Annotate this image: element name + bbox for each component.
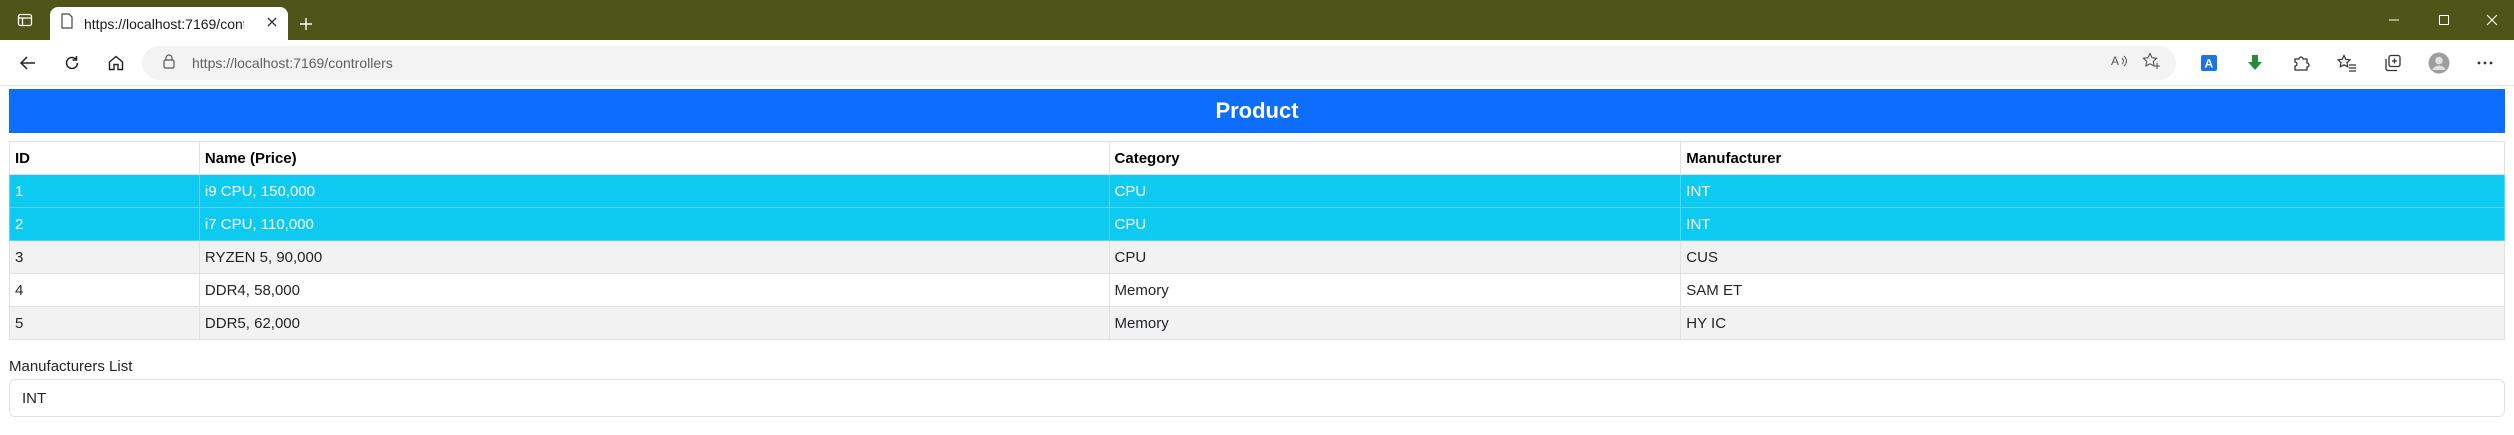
tab-actions-button[interactable] <box>0 0 50 40</box>
settings-more-button[interactable] <box>2462 40 2508 86</box>
table-row[interactable]: 2 i7 CPU, 110,000 CPU INT <box>9 207 2505 241</box>
collections-icon <box>2385 54 2401 72</box>
manufacturers-list-select[interactable]: INT <box>9 379 2505 417</box>
cell-manufacturer: HY IC <box>1680 306 2505 340</box>
browser-titlebar: https://localhost:7169/controllers <box>0 0 2514 40</box>
table-row[interactable]: 4 DDR4, 58,000 Memory SAM ET <box>9 273 2505 307</box>
cell-category: CPU <box>1108 207 1682 241</box>
puzzle-icon <box>2294 56 2310 71</box>
page-favicon-icon <box>60 13 74 34</box>
cell-category: Memory <box>1108 306 1682 340</box>
svg-text:A: A <box>2205 57 2214 71</box>
download-extension-button[interactable] <box>2232 40 2278 86</box>
browser-tab-active[interactable]: https://localhost:7169/controllers <box>50 7 288 40</box>
translator-extension-button[interactable]: A <box>2186 40 2232 86</box>
cell-name-price: DDR4, 58,000 <box>198 273 1110 307</box>
collections-button[interactable] <box>2370 40 2416 86</box>
cell-manufacturer: SAM ET <box>1680 273 2505 307</box>
close-window-button[interactable] <box>2462 0 2514 40</box>
cell-category: Memory <box>1108 273 1682 307</box>
home-button[interactable] <box>94 40 138 86</box>
table-row[interactable]: 5 DDR5, 62,000 Memory HY IC <box>9 306 2505 340</box>
plus-icon <box>300 18 312 30</box>
svg-text:A: A <box>2111 54 2119 68</box>
manufacturers-list-label: Manufacturers List <box>9 358 133 375</box>
lock-icon[interactable] <box>162 53 176 74</box>
cell-name-price: DDR5, 62,000 <box>198 306 1110 340</box>
maximize-icon <box>2439 15 2449 25</box>
page-title: Product <box>9 89 2505 133</box>
cell-name-price: RYZEN 5, 90,000 <box>198 240 1110 274</box>
profile-button[interactable] <box>2416 40 2462 86</box>
cell-category: CPU <box>1108 240 1682 274</box>
close-tab-icon[interactable] <box>266 15 278 33</box>
manufacturers-selected-value: INT <box>22 389 47 407</box>
column-header-manufacturer: Manufacturer <box>1680 141 2505 175</box>
table-header-row: ID Name (Price) Category Manufacturer <box>9 141 2505 175</box>
translator-icon: A <box>2201 55 2217 71</box>
download-arrow-icon <box>2248 55 2262 70</box>
avatar-icon <box>2428 52 2450 74</box>
refresh-icon <box>65 56 79 70</box>
column-header-name-price: Name (Price) <box>198 141 1110 175</box>
back-button[interactable] <box>6 40 50 86</box>
cell-id: 3 <box>9 240 200 274</box>
page-content: Product ID Name (Price) Category Manufac… <box>0 87 2514 435</box>
more-horizontal-icon <box>2477 61 2493 65</box>
extensions-button[interactable] <box>2278 40 2324 86</box>
table-row[interactable]: 3 RYZEN 5, 90,000 CPU CUS <box>9 240 2505 274</box>
add-favorite-star-icon[interactable] <box>2142 51 2162 75</box>
cell-id: 1 <box>9 174 200 208</box>
close-icon <box>2486 14 2498 26</box>
cell-name-price: i7 CPU, 110,000 <box>198 207 1110 241</box>
minimize-icon <box>2389 19 2399 21</box>
url-text: https://localhost:7169/controllers <box>192 55 393 71</box>
new-tab-button[interactable] <box>290 8 322 40</box>
tab-actions-icon <box>17 13 33 27</box>
cell-category: CPU <box>1108 174 1682 208</box>
cell-id: 4 <box>9 273 200 307</box>
cell-name-price: i9 CPU, 150,000 <box>198 174 1110 208</box>
column-header-category: Category <box>1108 141 1682 175</box>
back-arrow-icon <box>19 56 35 70</box>
address-bar[interactable]: https://localhost:7169/controllers A <box>142 46 2176 80</box>
favorites-star-list-icon <box>2337 54 2356 72</box>
cell-manufacturer: CUS <box>1680 240 2505 274</box>
browser-toolbar: https://localhost:7169/controllers A A <box>0 40 2514 86</box>
tab-title: https://localhost:7169/controllers <box>84 15 244 32</box>
home-icon <box>108 55 124 71</box>
cell-manufacturer: INT <box>1680 207 2505 241</box>
cell-id: 5 <box>9 306 200 340</box>
cell-id: 2 <box>9 207 200 241</box>
read-aloud-icon[interactable]: A <box>2110 52 2130 75</box>
cell-manufacturer: INT <box>1680 174 2505 208</box>
column-header-id: ID <box>9 141 200 175</box>
table-row[interactable]: 1 i9 CPU, 150,000 CPU INT <box>9 174 2505 208</box>
product-table: ID Name (Price) Category Manufacturer 1 … <box>9 141 2505 340</box>
favorites-button[interactable] <box>2324 40 2370 86</box>
refresh-button[interactable] <box>50 40 94 86</box>
